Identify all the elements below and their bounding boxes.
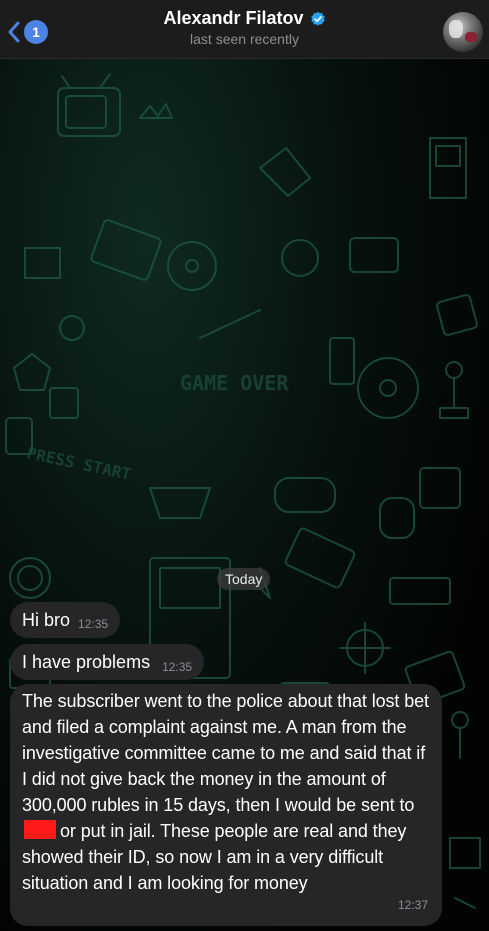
message-time: 12:35: [78, 617, 109, 631]
verified-badge-icon: [310, 11, 325, 26]
wallpaper-game-over-line1: GAME OVER: [180, 371, 289, 395]
contact-title[interactable]: Alexandr Filatov last seen recently: [0, 8, 489, 47]
message-text: Hi bro: [22, 610, 71, 630]
message-time: 12:37: [397, 898, 428, 912]
message-bubble[interactable]: The subscriber went to the police about …: [10, 684, 442, 926]
message-text: The subscriber went to the police about …: [22, 688, 430, 896]
chat-header: 1 Alexandr Filatov last seen recently: [0, 0, 489, 59]
message-bubble[interactable]: I have problems 12:35: [10, 644, 205, 680]
date-separator: Today: [217, 568, 271, 590]
message-text-part1: The subscriber went to the police about …: [22, 691, 429, 815]
message-time: 12:35: [162, 660, 193, 674]
contact-status: last seen recently: [190, 31, 299, 47]
message-text: I have problems: [22, 652, 151, 672]
redaction-box: [24, 820, 56, 839]
contact-name: Alexandr Filatov: [163, 8, 304, 28]
avatar[interactable]: [443, 12, 483, 52]
message-text-part2: or put in jail. These people are real an…: [22, 821, 407, 893]
message-bubble[interactable]: Hi bro 12:35: [10, 602, 121, 638]
wallpaper-press-start: PRESS START: [25, 443, 133, 484]
